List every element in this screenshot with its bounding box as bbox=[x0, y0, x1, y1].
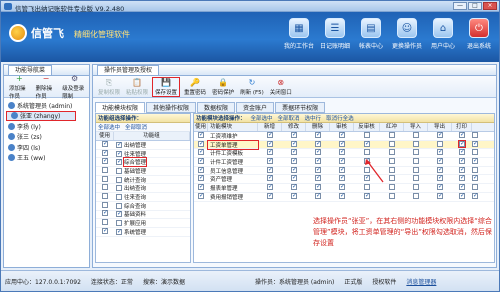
nav-label: 更换操作员 bbox=[391, 43, 422, 50]
brand-name: 信管飞 bbox=[31, 27, 64, 40]
nav-user-center[interactable]: ⌂ 用户中心 bbox=[425, 18, 461, 50]
nav-report-center[interactable]: ▤ 帐表中心 bbox=[353, 18, 389, 50]
status-auth: 授权软件 bbox=[372, 279, 397, 286]
app-icon bbox=[4, 3, 12, 10]
list-icon: ☰ bbox=[325, 18, 345, 38]
minimize-button[interactable]: — bbox=[453, 2, 467, 10]
status-bar: 应用中心：127.0.0.1:7092 连接状态：正常 搜索：演示数据 操作员：… bbox=[1, 270, 499, 291]
nav-label: 退出系统 bbox=[466, 43, 491, 50]
switch-user-icon: ☺ bbox=[397, 18, 417, 38]
close-button[interactable]: × bbox=[483, 2, 497, 10]
nav-journal-detail[interactable]: ☰ 日记账明细 bbox=[317, 18, 353, 50]
status-operator: 操作员：系统管理员 (admin) bbox=[254, 279, 335, 286]
brand-slogan: 精细化管理软件 bbox=[74, 29, 130, 39]
status-edition: 正式版 bbox=[344, 279, 363, 286]
pointer-arrow bbox=[365, 159, 384, 183]
nav-label: 日记账明细 bbox=[319, 43, 350, 50]
nav-label: 用户中心 bbox=[430, 43, 455, 50]
user-center-icon: ⌂ bbox=[433, 18, 453, 38]
top-nav: ▦ 我的工作台 ☰ 日记账明细 ▤ 帐表中心 ☺ 更换操作员 ⌂ 用户中心 ⏻ 退出系统 bbox=[281, 18, 497, 50]
brand-logo: 信管飞 精细化管理软件 bbox=[9, 24, 130, 42]
desk-icon: ▦ bbox=[289, 18, 309, 38]
status-app-center: 应用中心：127.0.0.1:7092 bbox=[5, 279, 81, 286]
header-banner: 信管飞 精细化管理软件 ▦ 我的工作台 ☰ 日记账明细 ▤ 帐表中心 ☺ 更换操作员 ⌂… bbox=[1, 12, 499, 62]
nav-workbench[interactable]: ▦ 我的工作台 bbox=[281, 18, 317, 50]
status-connection: 连接状态：正常 bbox=[90, 279, 133, 286]
exit-icon: ⏻ bbox=[469, 18, 489, 38]
message-manager-link[interactable]: 消息管理器 bbox=[406, 277, 436, 286]
maximize-button[interactable]: □ bbox=[468, 2, 482, 10]
nav-label: 帐表中心 bbox=[358, 43, 383, 50]
nav-switch-operator[interactable]: ☺ 更换操作员 bbox=[389, 18, 425, 50]
nav-label: 我的工作台 bbox=[283, 43, 314, 50]
nav-exit[interactable]: ⏻ 退出系统 bbox=[461, 18, 497, 50]
title-bar: 信管飞出纳记账软件专业版 V9.2.480 — □ × bbox=[1, 1, 499, 13]
logo-icon bbox=[9, 24, 27, 42]
app-window: 信管飞出纳记账软件专业版 V9.2.480 — □ × 信管飞 精细化管理软件 … bbox=[0, 0, 500, 292]
main-area: 功能导航菜 + 添加操作员 − 删除操作员 ⚙ 级及登录限制 系统管理员 (admin… bbox=[1, 62, 499, 270]
report-icon: ▤ bbox=[361, 18, 381, 38]
status-shortcut: 搜索：演示数据 bbox=[142, 279, 185, 286]
